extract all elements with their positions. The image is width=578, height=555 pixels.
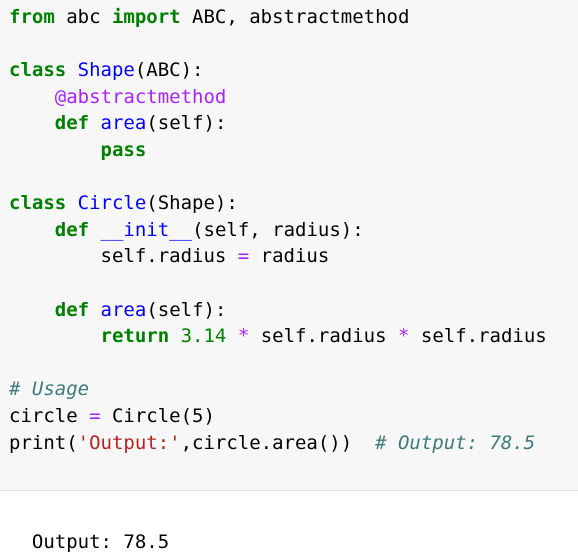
output-text: Output: 78.5 [31, 531, 170, 553]
code-text: print( [9, 431, 78, 454]
code-operator: * [237, 325, 250, 348]
code-decorator: @abstractmethod [54, 85, 227, 108]
code-keyword: return [100, 325, 170, 348]
code-text: ABC, abstractmethod [180, 6, 410, 28]
code-line: pass [9, 137, 547, 164]
code-text: (Shape): [146, 192, 238, 215]
code-line: def area(self): [9, 297, 547, 324]
code-line: print('Output:',circle.area()) # Output:… [9, 430, 547, 457]
code-keyword: pass [100, 138, 147, 161]
code-name: Circle [77, 192, 147, 215]
code-text: self.radius [9, 245, 238, 268]
code-line: def area(self): [9, 110, 547, 137]
code-line: from abc import ABC, abstractmethod [9, 4, 547, 31]
code-keyword: from [9, 6, 55, 28]
code-line: self.radius = radius [9, 243, 547, 270]
code-keyword: class [9, 192, 67, 215]
code-text: radius [249, 245, 330, 268]
code-input-cell[interactable]: from abc import ABC, abstractmethod clas… [0, 0, 578, 491]
code-line: # Usage [9, 376, 547, 403]
code-comment: # Output: 78.5 [375, 431, 536, 454]
code-line: class Shape(ABC): [9, 57, 547, 84]
code-text: (ABC): [134, 59, 204, 82]
code-line: @abstractmethod [9, 84, 547, 111]
code-text: (self, radius): [192, 218, 364, 241]
code-keyword: def [54, 298, 90, 321]
code-line: circle = Circle(5) [9, 403, 547, 430]
code-operator: = [89, 404, 101, 427]
code-keyword: import [111, 6, 181, 28]
code-block[interactable]: from abc import ABC, abstractmethod clas… [9, 4, 547, 456]
code-text: abc [54, 6, 112, 28]
code-operator: = [237, 245, 250, 268]
code-text: (self): [146, 112, 227, 135]
code-keyword: def [54, 218, 90, 241]
code-operator: * [398, 325, 410, 348]
code-line: class Circle(Shape): [9, 190, 547, 217]
code-keyword: class [9, 59, 67, 82]
code-line: def __init__(self, radius): [9, 217, 547, 244]
code-text: self.radius [249, 325, 398, 348]
code-string: 'Output:' [77, 431, 181, 454]
code-name: area [100, 298, 147, 321]
code-name: Shape [77, 59, 135, 82]
code-number: 3.14 [180, 325, 227, 348]
code-name: area [100, 112, 147, 135]
code-line: return 3.14 * self.radius * self.radius [9, 323, 547, 350]
code-text: self.radius [409, 325, 547, 348]
code-comment: # Usage [9, 378, 90, 401]
code-text: Circle(5) [100, 404, 215, 427]
code-text: ,circle.area()) [180, 431, 376, 454]
code-keyword: def [54, 112, 90, 135]
code-name: __init__ [100, 218, 193, 241]
code-text: (self): [146, 298, 227, 321]
cell-output: Output: 78.5 [9, 503, 169, 555]
code-text: circle [9, 404, 90, 427]
